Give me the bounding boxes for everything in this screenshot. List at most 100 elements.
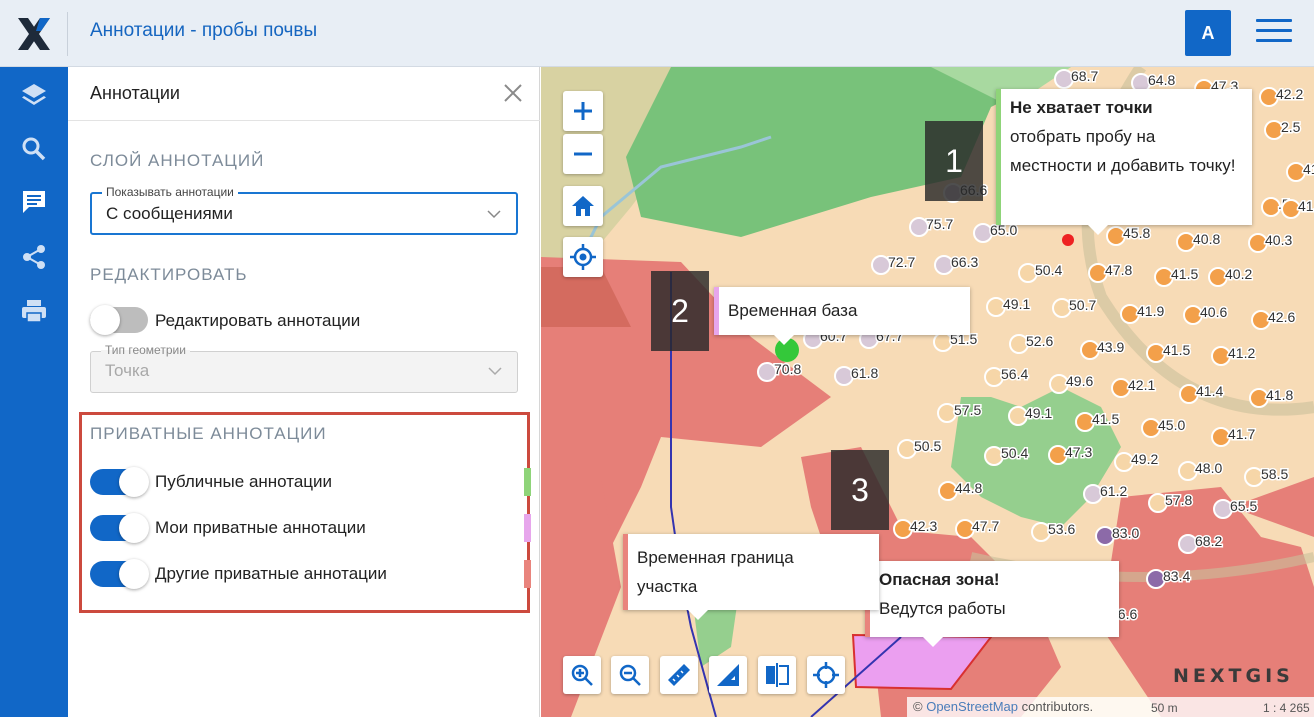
sample-point-label: 50.7 <box>1069 297 1096 313</box>
hamburger-menu-icon[interactable] <box>1256 19 1292 47</box>
copyright-symbol: © <box>913 699 923 714</box>
public-annotations-toggle[interactable] <box>90 467 150 497</box>
top-bar: Аннотации - пробы почвы A <box>0 0 1314 67</box>
annotation-popup-1[interactable]: Не хватает точки отобрать пробу на местн… <box>996 89 1252 235</box>
locate-button[interactable] <box>563 237 603 277</box>
sample-point-label: 50.4 <box>1035 262 1062 278</box>
sample-point-label: 48.0 <box>1195 460 1222 476</box>
sample-point-label: 56.4 <box>1001 366 1028 382</box>
popup-3-text: Ведутся работы <box>879 599 1006 618</box>
attribution-suffix: contributors. <box>1021 699 1094 714</box>
ruler-icon <box>668 664 690 686</box>
area-icon <box>717 664 739 686</box>
nextgis-logo[interactable] <box>12 14 56 54</box>
search-icon[interactable] <box>18 133 50 165</box>
close-icon[interactable] <box>501 81 525 105</box>
sample-point-label: 49.2 <box>1131 451 1158 467</box>
sample-point-label: 68.2 <box>1195 533 1222 549</box>
sample-point-label: 44.8 <box>955 480 982 496</box>
annotation-popup-4[interactable]: Временная граница участка <box>623 534 879 620</box>
home-icon <box>572 196 594 216</box>
chevron-down-icon <box>488 367 502 376</box>
openstreetmap-link[interactable]: OpenStreetMap <box>926 699 1018 714</box>
popup-1-title: Не хватает точки <box>1010 98 1153 117</box>
crosshair-icon <box>570 244 596 270</box>
map-attribution: © OpenStreetMap contributors. <box>907 697 1314 717</box>
public-color-chip <box>524 468 531 496</box>
my-private-stripe <box>714 287 719 335</box>
annotations-panel: Аннотации СЛОЙ АННОТАЦИЙ Показывать анно… <box>68 67 540 717</box>
sample-point-label: 75.7 <box>926 216 953 232</box>
annotation-popup-3[interactable]: Опасная зона! Ведутся работы <box>865 561 1119 647</box>
sample-point-label: 50.5 <box>914 438 941 454</box>
zoom-out-button[interactable] <box>563 134 603 174</box>
minus-icon <box>574 152 592 156</box>
sample-point-label: 41.2 <box>1228 345 1255 361</box>
measure-area-button[interactable] <box>709 656 747 694</box>
annotation-popup-2[interactable]: Временная база <box>714 287 970 345</box>
sample-point-label: 41.7 <box>1228 426 1255 442</box>
sample-point-label: 43.9 <box>1097 339 1124 355</box>
compare-icon <box>766 663 789 687</box>
popup-4-text: Временная граница участка <box>637 548 794 596</box>
sample-point-label: 41.5 <box>1171 266 1198 282</box>
share-icon[interactable] <box>18 241 50 273</box>
other-private-annotations-label: Другие приватные аннотации <box>155 564 387 583</box>
sample-point-label: 40.6 <box>1200 304 1227 320</box>
swipe-compare-button[interactable] <box>758 656 796 694</box>
user-avatar-button[interactable]: A <box>1185 10 1231 56</box>
layers-icon[interactable] <box>18 79 50 111</box>
sample-point-label: 66.3 <box>951 254 978 270</box>
my-private-annotations-toggle[interactable] <box>90 513 150 543</box>
annotation-number-2: 2 <box>651 271 709 351</box>
sample-point-label: 40.3 <box>1265 232 1292 248</box>
layer-section-title: СЛОЙ АННОТАЦИЙ <box>90 151 265 170</box>
logo-separator <box>67 12 68 56</box>
sample-point-label: 2.5 <box>1281 119 1301 135</box>
measure-distance-button[interactable] <box>660 656 698 694</box>
geometry-type-value: Точка <box>105 361 150 380</box>
popup-1-text: отобрать пробу на местности и добавить т… <box>1010 127 1236 175</box>
zoom-in-icon <box>571 664 593 686</box>
home-button[interactable] <box>563 186 603 226</box>
sample-point-label: 52.6 <box>1026 333 1053 349</box>
sample-point-label: 41.9 <box>1298 198 1314 214</box>
sample-point-label: 42.3 <box>910 518 937 534</box>
sample-point-label: 42.2 <box>1276 86 1303 102</box>
map-view[interactable]: 68.764.847.342.22.541.0.541.966.675.765.… <box>541 67 1314 717</box>
sample-point-label: 41.5 <box>1092 411 1119 427</box>
sample-point-label: 49.1 <box>1025 405 1052 421</box>
sample-point-label: 41.8 <box>1266 387 1293 403</box>
sample-point-label: 47.8 <box>1105 262 1132 278</box>
annotation-number-1: 1 <box>925 121 983 201</box>
geometry-type-select: Тип геометрии Точка <box>90 343 518 393</box>
sample-point-label: 42.6 <box>1268 309 1295 325</box>
sample-point-label: 45.8 <box>1123 225 1150 241</box>
annotations-icon[interactable] <box>18 186 50 218</box>
zoom-in-tool-button[interactable] <box>563 656 601 694</box>
plus-icon <box>574 102 592 120</box>
zoom-out-tool-button[interactable] <box>611 656 649 694</box>
sample-point-label: 83.4 <box>1163 568 1190 584</box>
sample-point-label: 64.8 <box>1148 72 1175 88</box>
public-annotations-label: Публичные аннотации <box>155 472 333 491</box>
geometry-type-label: Тип геометрии <box>101 343 190 357</box>
show-annotations-label: Показывать аннотации <box>102 185 238 199</box>
my-private-annotations-label: Мои приватные аннотации <box>155 518 366 537</box>
zoom-in-button[interactable] <box>563 91 603 131</box>
show-annotations-select[interactable]: Показывать аннотации С сообщениями <box>90 185 518 235</box>
target-icon <box>813 662 839 688</box>
sample-point-label: 83.0 <box>1112 525 1139 541</box>
print-icon[interactable] <box>18 295 50 327</box>
scale-ratio: 1 : 4 265 <box>1263 701 1310 715</box>
sample-point-label: 50.4 <box>1001 445 1028 461</box>
sample-point-label: 47.7 <box>972 518 999 534</box>
edit-annotations-toggle[interactable] <box>90 305 150 335</box>
sample-point-label: 57.8 <box>1165 492 1192 508</box>
identify-button[interactable] <box>807 656 845 694</box>
other-private-annotations-toggle[interactable] <box>90 559 150 589</box>
sample-point-label: 49.6 <box>1066 373 1093 389</box>
sample-point-label: 42.1 <box>1128 377 1155 393</box>
sample-point-label: 41.0 <box>1303 161 1314 177</box>
scale-line: 50 m <box>1151 701 1178 715</box>
